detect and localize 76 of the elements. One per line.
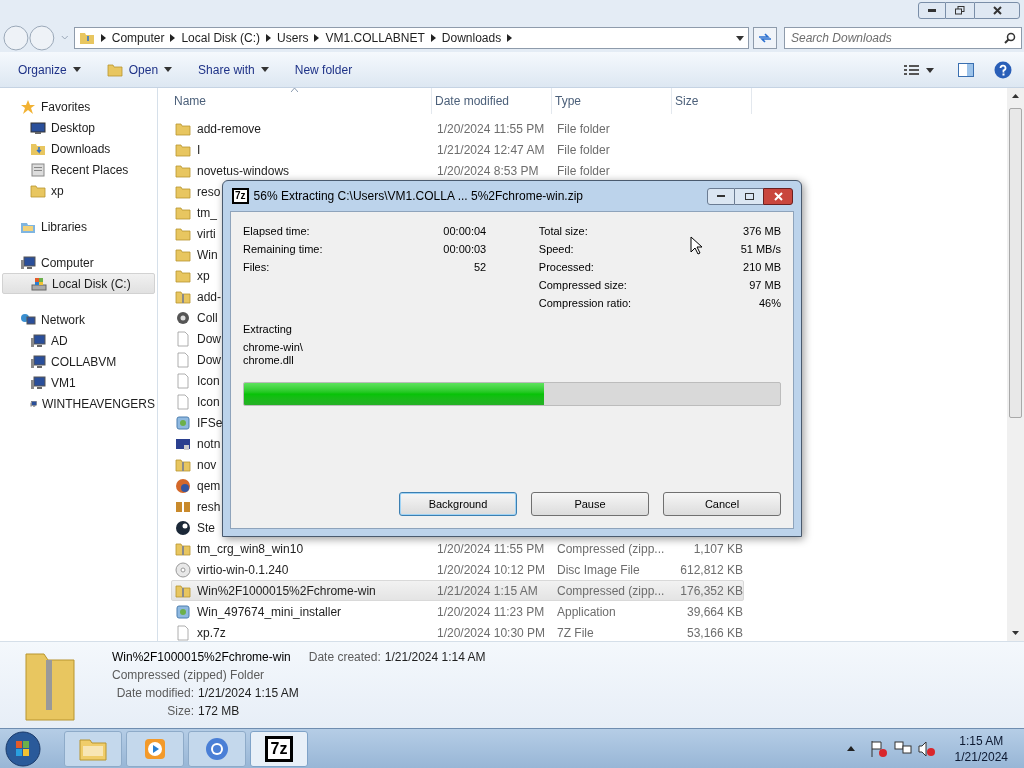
file-name: Win%2F1000015%2Fchrome-win — [112, 649, 292, 666]
file-name: virti — [197, 225, 216, 243]
file-name: add-remove — [197, 120, 262, 138]
date-modified: 1/20/2024 10:30 PM — [437, 625, 546, 640]
file-name: resh — [197, 498, 221, 516]
field-value: 172 MB — [198, 703, 240, 720]
file-type: Disc Image File — [557, 562, 640, 577]
file-name: xp — [197, 267, 210, 285]
file-name: tm_ — [197, 204, 217, 222]
file-name: Dow — [197, 351, 221, 369]
file-type: File folder — [557, 121, 610, 136]
stat-label: Remaining time: — [243, 241, 323, 257]
stat-label: Files: — [243, 259, 270, 275]
stat-value: 46% — [758, 295, 781, 311]
file-name: add- — [197, 288, 222, 306]
sevenzip-logo: 7z — [264, 735, 294, 762]
file-name: qem — [197, 477, 221, 495]
file-name: Win%2F1000015%2Fchrome-win — [197, 582, 376, 600]
file-size: 1,107 KB — [693, 541, 743, 556]
date-modified: 1/21/2024 12:47 AM — [437, 142, 545, 157]
file-name: nov — [197, 456, 217, 474]
field-value: 1/21/2024 1:15 AM — [198, 685, 299, 702]
stat-value: 376 MB — [743, 223, 781, 239]
file-name: notn — [197, 435, 221, 453]
current-file-path: chrome.dll — [243, 354, 295, 367]
file-name: IFSe — [197, 414, 223, 432]
file-type: Compressed (zipp... — [557, 583, 665, 598]
stat-value: 97 MB — [749, 277, 781, 293]
dialog-title: 56% Extracting C:\Users\VM1.COLLA ... 5%2Fchrome-win.zip — [253, 188, 583, 205]
file-size: 39,664 KB — [686, 604, 743, 619]
date-modified: 1/21/2024 1:15 AM — [437, 583, 538, 598]
stat-value: 51 MB/s — [740, 241, 781, 257]
file-name: virtio-win-0.1.240 — [197, 561, 289, 579]
file-name: Icon — [197, 372, 220, 390]
stat-value: 00:00:04 — [443, 223, 487, 239]
file-name: reso — [197, 183, 221, 201]
file-name: Ste — [197, 519, 215, 537]
stat-value: 210 MB — [743, 259, 781, 275]
file-size: 612,812 KB — [680, 562, 743, 577]
stat-label: Elapsed time: — [243, 223, 310, 239]
date-modified: 1/20/2024 11:23 PM — [437, 604, 545, 619]
stat-label: Compression ratio: — [538, 295, 632, 311]
file-type: Compressed (zipp... — [557, 541, 665, 556]
file-type: 7Z File — [557, 625, 594, 640]
status-label: Extracting — [243, 322, 293, 337]
stat-label: Processed: — [538, 259, 594, 275]
file-name: novetus-windows — [197, 162, 290, 180]
date-modified: 1/20/2024 11:55 PM — [437, 121, 545, 136]
app-logo: 7z — [232, 188, 249, 204]
current-file-path: chrome-win\ — [243, 341, 304, 354]
date-modified: 1/20/2024 10:12 PM — [437, 562, 546, 577]
file-name: Dow — [197, 330, 221, 348]
stat-label: Speed: — [538, 241, 574, 257]
stat-label: Total size: — [538, 223, 588, 239]
file-name: Win_497674_mini_installer — [197, 603, 342, 621]
file-type: File folder — [557, 163, 610, 178]
file-name: Icon — [197, 393, 220, 411]
stat-value: 52 — [473, 259, 487, 275]
date-modified: 1/20/2024 8:53 PM — [437, 163, 539, 178]
file-type: File folder — [557, 142, 610, 157]
date-modified: 1/20/2024 11:55 PM — [437, 541, 545, 556]
file-name: I — [197, 141, 201, 159]
field-label: Size: — [166, 703, 194, 720]
file-size: 176,352 KB — [680, 583, 743, 598]
field-label: Date created: — [308, 649, 381, 666]
file-name: Coll — [197, 309, 218, 327]
field-label: Date modified: — [115, 685, 194, 702]
file-type: Application — [557, 604, 616, 619]
file-name: xp.7z — [197, 624, 226, 642]
file-size: 53,166 KB — [686, 625, 743, 640]
file-name: tm_crg_win8_win10 — [197, 540, 304, 558]
stat-value: 00:00:03 — [443, 241, 487, 257]
file-name: Win — [197, 246, 218, 264]
stat-label: Compressed size: — [538, 277, 627, 293]
field-value: 1/21/2024 1:14 AM — [384, 649, 486, 666]
file-type: Compressed (zipped) Folder — [112, 667, 266, 684]
